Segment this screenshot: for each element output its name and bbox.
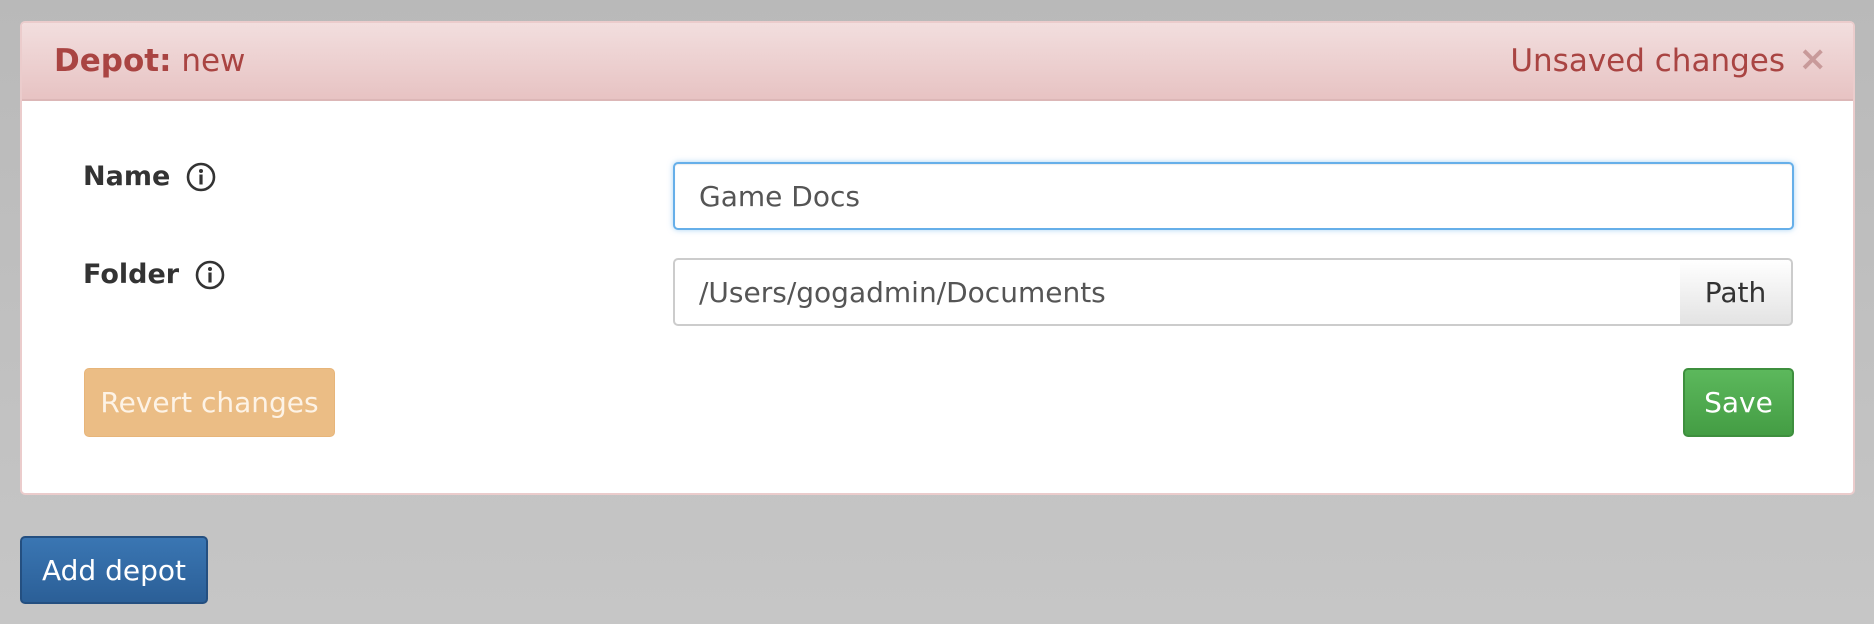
name-input[interactable] [673, 162, 1794, 230]
revert-changes-button[interactable]: Revert changes [84, 368, 335, 437]
info-icon[interactable] [186, 162, 216, 192]
panel-heading: Depot: new Unsaved changes × [22, 23, 1853, 101]
folder-input[interactable] [673, 258, 1682, 326]
folder-label: Folder [83, 259, 180, 290]
name-label: Name [83, 161, 171, 192]
info-icon[interactable] [195, 260, 225, 290]
folder-label-group: Folder [83, 259, 225, 290]
unsaved-status: Unsaved changes [1510, 43, 1785, 79]
path-button[interactable]: Path [1680, 258, 1793, 326]
save-button[interactable]: Save [1683, 368, 1794, 437]
name-label-group: Name [83, 161, 216, 192]
depot-panel: Depot: new Unsaved changes × Name Folder… [20, 21, 1855, 495]
panel-title: Depot: new [54, 41, 245, 81]
add-depot-button[interactable]: Add depot [20, 536, 208, 604]
close-icon[interactable]: × [1799, 39, 1828, 79]
panel-title-label: Depot: [54, 43, 172, 79]
panel-title-value: new [181, 43, 246, 79]
